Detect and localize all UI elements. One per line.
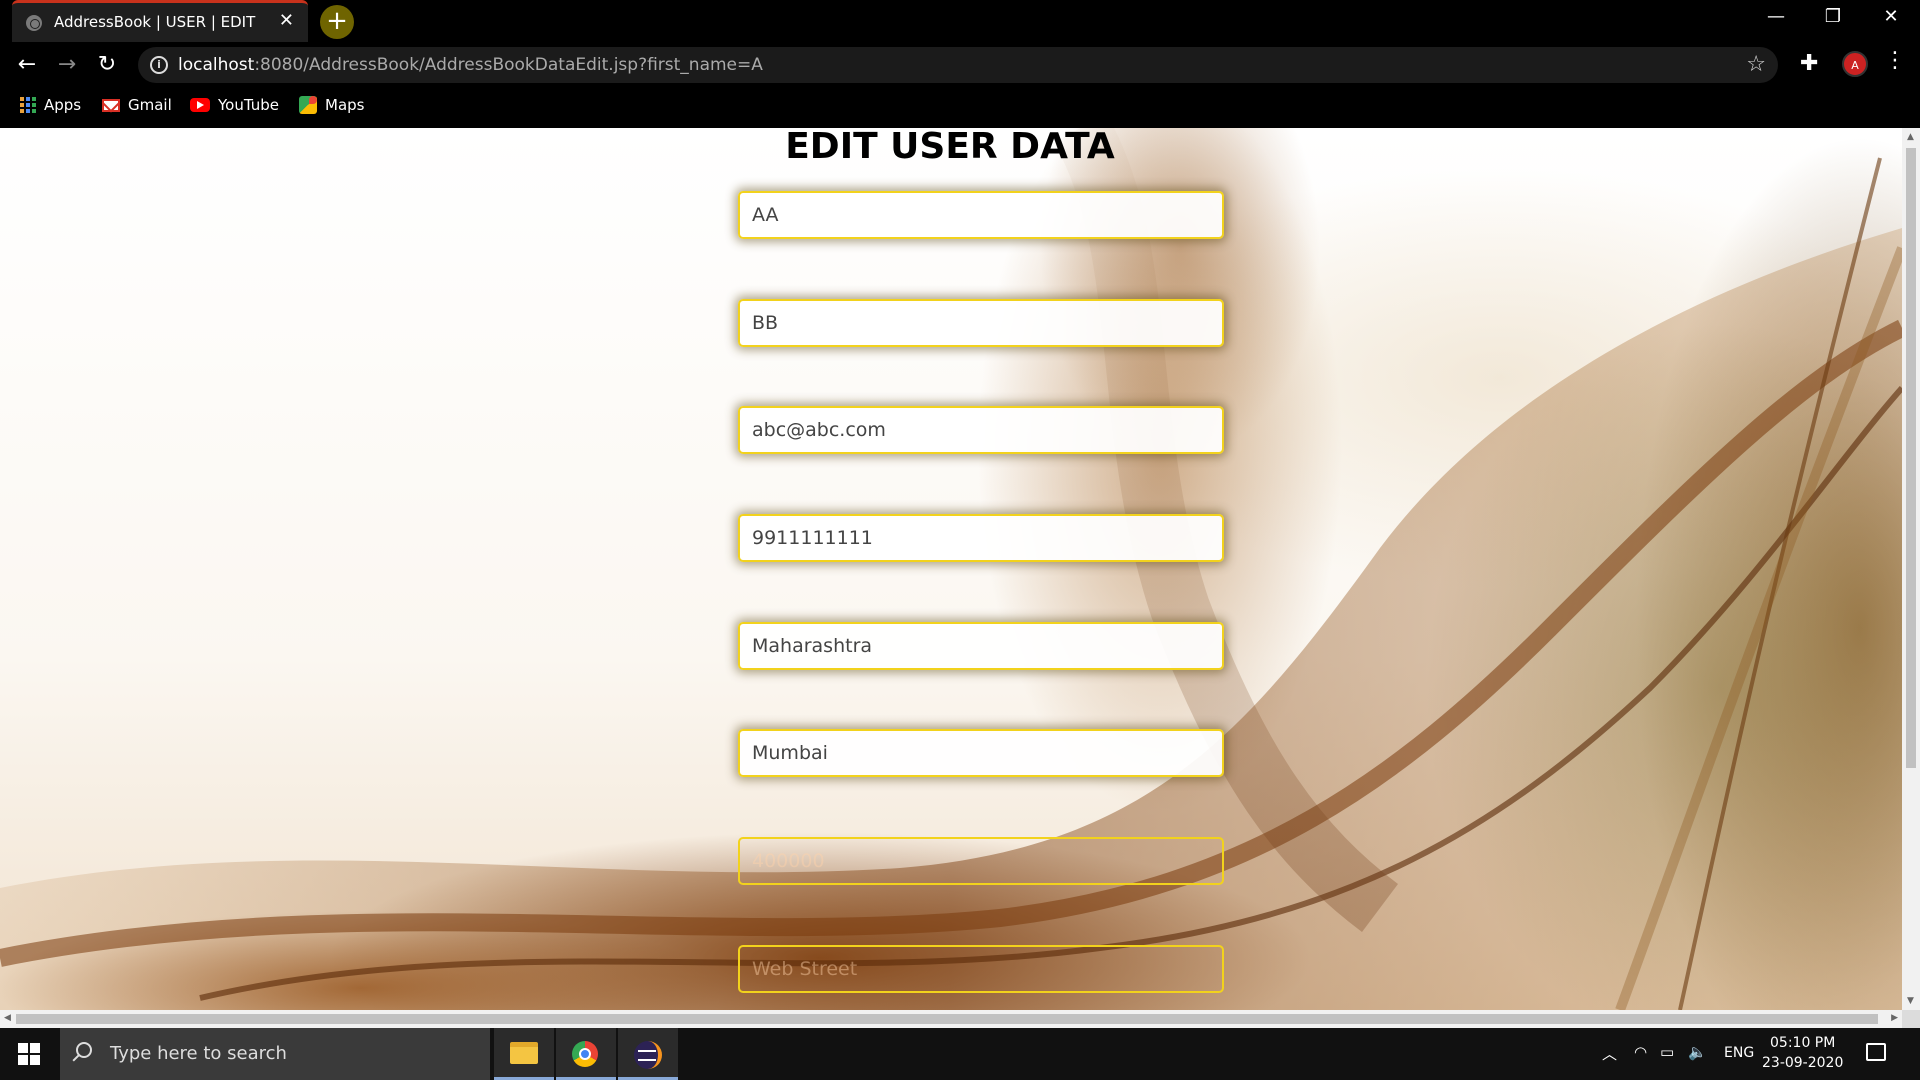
- windows-start-icon[interactable]: [18, 1043, 40, 1065]
- last-name-input[interactable]: [738, 299, 1224, 347]
- bookmarks-bar: Apps Gmail YouTube Maps: [0, 88, 1920, 128]
- maps-icon: [299, 96, 317, 114]
- page-viewport: EDIT USER DATA: [0, 128, 1902, 1010]
- minimize-icon[interactable]: —: [1756, 6, 1796, 27]
- scroll-right-arrow-icon[interactable]: ▶: [1891, 1013, 1898, 1023]
- apps-grid-icon: [20, 97, 36, 113]
- search-icon: [76, 1042, 92, 1058]
- youtube-icon: [190, 98, 210, 112]
- back-icon[interactable]: ←: [12, 50, 42, 80]
- bookmark-youtube[interactable]: YouTube: [190, 96, 279, 114]
- bookmark-maps[interactable]: Maps: [299, 96, 364, 114]
- eclipse-icon: [634, 1041, 662, 1069]
- info-icon[interactable]: i: [150, 56, 168, 74]
- menu-dots-icon[interactable]: ⋮: [1884, 48, 1906, 73]
- address-bar[interactable]: i localhost:8080/AddressBook/AddressBook…: [138, 47, 1778, 83]
- language-indicator[interactable]: ENG: [1724, 1045, 1754, 1061]
- taskbar: Type here to search ︿ ◠ ▭ 🔈 ENG 05:10 PM…: [0, 1028, 1920, 1080]
- tab-strip: AddressBook | USER | EDIT ✕ + — ❐ ✕: [0, 0, 1920, 42]
- browser-tab[interactable]: AddressBook | USER | EDIT ✕: [12, 0, 308, 42]
- horizontal-scroll-thumb[interactable]: [16, 1014, 1878, 1024]
- taskbar-search[interactable]: Type here to search: [60, 1028, 490, 1080]
- vertical-scroll-thumb[interactable]: [1906, 148, 1916, 768]
- email-input[interactable]: [738, 406, 1224, 454]
- notifications-icon[interactable]: [1866, 1043, 1886, 1061]
- clock-time: 05:10 PM: [1770, 1035, 1836, 1051]
- page-title: EDIT USER DATA: [785, 128, 1115, 167]
- taskbar-file-explorer[interactable]: [494, 1028, 554, 1080]
- globe-icon: [26, 15, 42, 31]
- street-input[interactable]: [738, 945, 1224, 993]
- clock-date: 23-09-2020: [1762, 1055, 1844, 1071]
- extensions-puzzle-icon[interactable]: ✚: [1800, 51, 1818, 76]
- scroll-down-arrow-icon[interactable]: ▼: [1907, 996, 1914, 1006]
- scroll-up-arrow-icon[interactable]: ▲: [1907, 132, 1914, 142]
- search-placeholder: Type here to search: [110, 1043, 287, 1064]
- close-tab-icon[interactable]: ✕: [279, 10, 294, 31]
- bookmark-label: Apps: [44, 96, 82, 114]
- scroll-left-arrow-icon[interactable]: ◀: [4, 1013, 11, 1023]
- city-input[interactable]: [738, 729, 1224, 777]
- clock[interactable]: 05:10 PM 23-09-2020: [1762, 1033, 1843, 1073]
- bookmark-label: YouTube: [218, 96, 279, 114]
- url-path: :8080/AddressBook/AddressBookDataEdit.js…: [254, 55, 763, 75]
- forward-icon[interactable]: →: [52, 50, 82, 80]
- bookmark-label: Maps: [325, 96, 365, 114]
- battery-icon[interactable]: ▭: [1660, 1043, 1674, 1061]
- file-explorer-icon: [510, 1042, 538, 1064]
- close-window-icon[interactable]: ✕: [1871, 6, 1911, 27]
- gmail-icon: [102, 98, 120, 112]
- bookmark-star-icon[interactable]: ☆: [1746, 52, 1766, 77]
- wifi-icon[interactable]: ◠: [1634, 1043, 1647, 1061]
- horizontal-scrollbar[interactable]: ◀ ▶: [0, 1010, 1902, 1028]
- vertical-scrollbar[interactable]: ▲ ▼: [1902, 128, 1920, 1010]
- taskbar-eclipse[interactable]: [618, 1028, 678, 1080]
- new-tab-button[interactable]: +: [320, 5, 354, 39]
- first-name-input[interactable]: [738, 191, 1224, 239]
- bookmark-label: Gmail: [128, 96, 172, 114]
- url-host: localhost: [178, 55, 255, 75]
- show-hidden-icons-chevron-icon[interactable]: ︿: [1602, 1043, 1617, 1064]
- restore-icon[interactable]: ❐: [1813, 6, 1853, 27]
- tab-title: AddressBook | USER | EDIT: [54, 13, 256, 31]
- state-input[interactable]: [738, 622, 1224, 670]
- taskbar-chrome[interactable]: [556, 1028, 616, 1080]
- browser-toolbar: ← → ↻ i localhost:8080/AddressBook/Addre…: [0, 42, 1920, 88]
- scrollbar-corner: [1902, 1010, 1920, 1028]
- bookmark-gmail[interactable]: Gmail: [102, 96, 172, 114]
- reload-icon[interactable]: ↻: [92, 50, 122, 80]
- chrome-icon: [572, 1041, 598, 1067]
- phone-input[interactable]: [738, 514, 1224, 562]
- profile-avatar[interactable]: A: [1842, 51, 1868, 77]
- bookmark-apps[interactable]: Apps: [20, 96, 81, 114]
- volume-icon[interactable]: 🔈: [1688, 1043, 1707, 1061]
- url-text[interactable]: localhost:8080/AddressBook/AddressBookDa…: [178, 55, 763, 75]
- zip-input[interactable]: [738, 837, 1224, 885]
